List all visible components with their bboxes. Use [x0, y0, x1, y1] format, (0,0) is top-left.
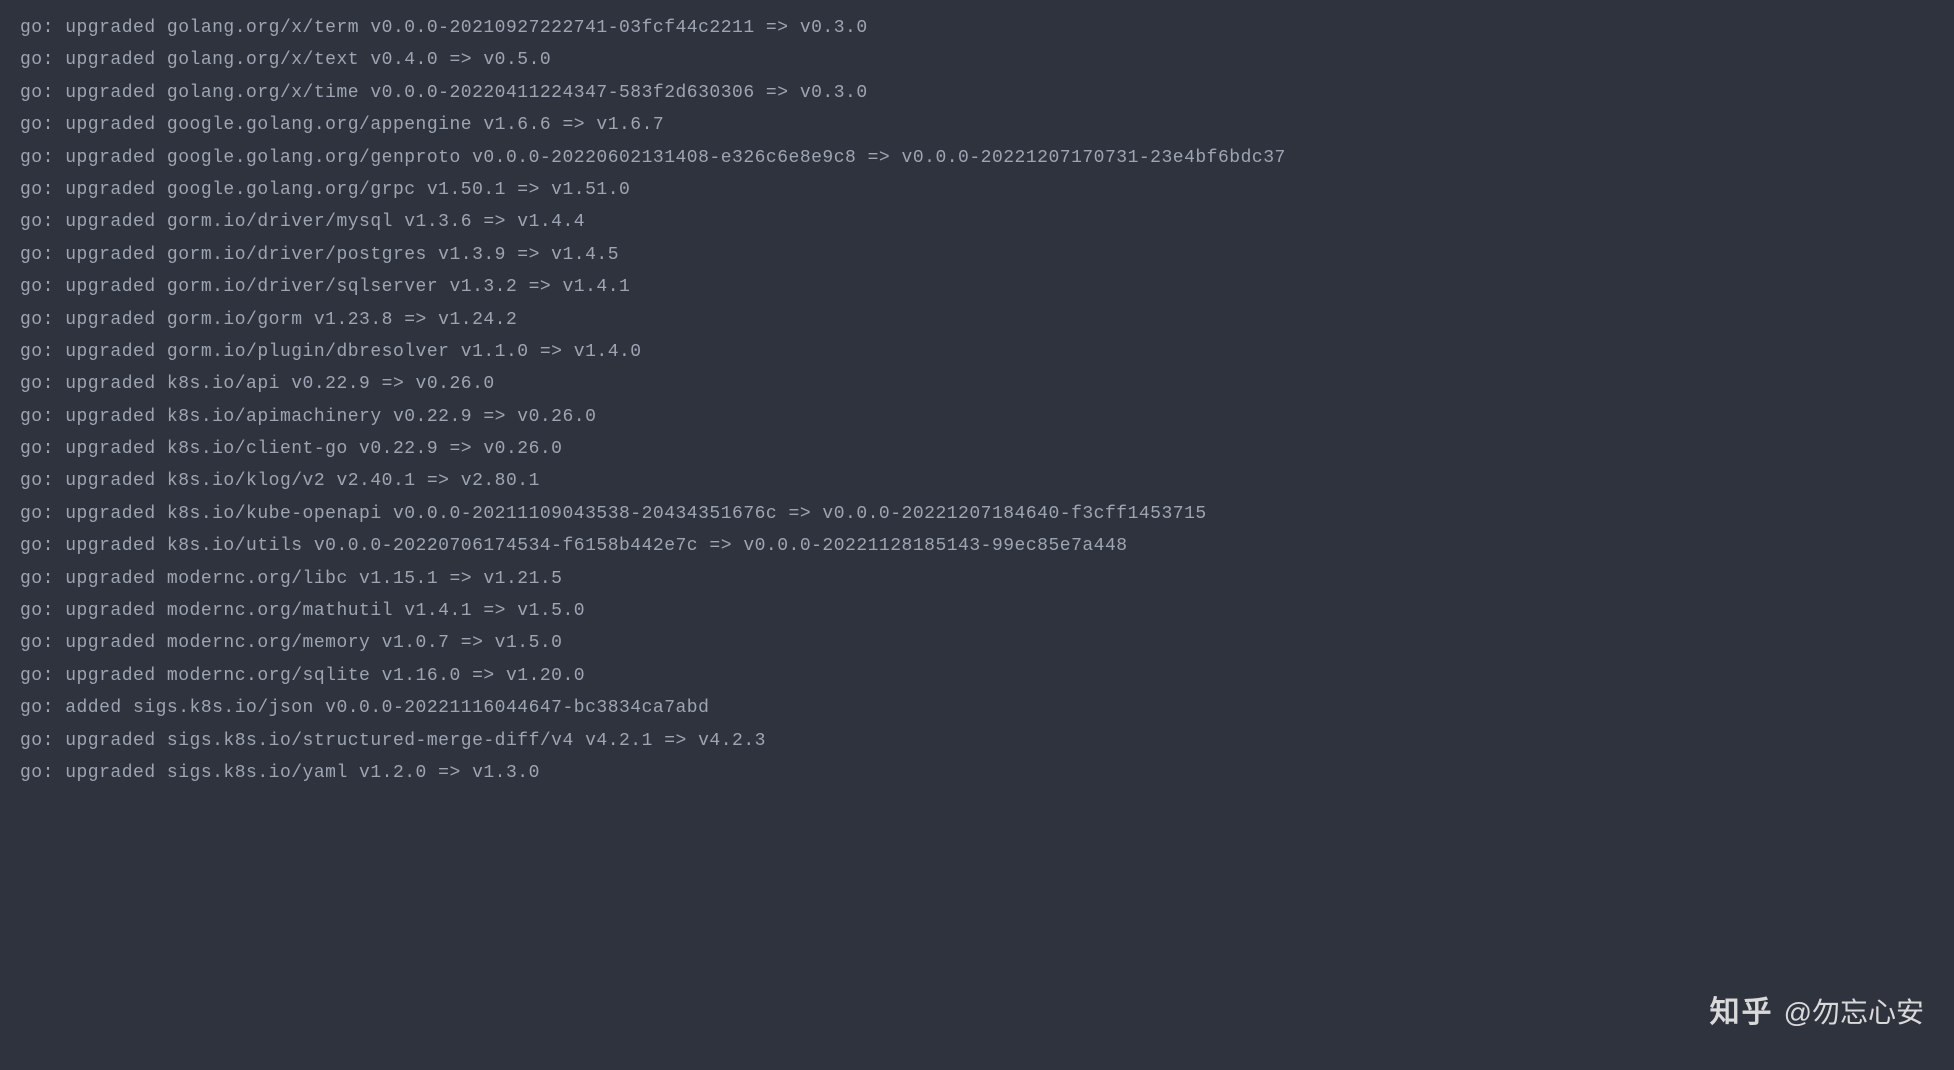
terminal-line: go: upgraded golang.org/x/term v0.0.0-20…	[20, 12, 1934, 44]
terminal-line: go: upgraded modernc.org/sqlite v1.16.0 …	[20, 660, 1934, 692]
watermark-author: @勿忘心安	[1784, 988, 1924, 1038]
terminal-line: go: upgraded gorm.io/driver/postgres v1.…	[20, 239, 1934, 271]
terminal-line: go: upgraded k8s.io/utils v0.0.0-2022070…	[20, 530, 1934, 562]
terminal-line: go: upgraded golang.org/x/text v0.4.0 =>…	[20, 44, 1934, 76]
terminal-line: go: upgraded modernc.org/libc v1.15.1 =>…	[20, 563, 1934, 595]
terminal-line: go: upgraded k8s.io/klog/v2 v2.40.1 => v…	[20, 465, 1934, 497]
terminal-line: go: upgraded modernc.org/mathutil v1.4.1…	[20, 595, 1934, 627]
terminal-line: go: upgraded k8s.io/client-go v0.22.9 =>…	[20, 433, 1934, 465]
terminal-line: go: upgraded google.golang.org/genproto …	[20, 142, 1934, 174]
terminal-line: go: upgraded golang.org/x/time v0.0.0-20…	[20, 77, 1934, 109]
terminal-output: go: upgraded golang.org/x/term v0.0.0-20…	[20, 12, 1934, 789]
terminal-line: go: upgraded sigs.k8s.io/yaml v1.2.0 => …	[20, 757, 1934, 789]
terminal-line: go: upgraded google.golang.org/grpc v1.5…	[20, 174, 1934, 206]
terminal-line: go: upgraded k8s.io/api v0.22.9 => v0.26…	[20, 368, 1934, 400]
terminal-line: go: upgraded gorm.io/driver/mysql v1.3.6…	[20, 206, 1934, 238]
terminal-line: go: upgraded sigs.k8s.io/structured-merg…	[20, 725, 1934, 757]
terminal-line: go: upgraded modernc.org/memory v1.0.7 =…	[20, 627, 1934, 659]
terminal-line: go: upgraded gorm.io/gorm v1.23.8 => v1.…	[20, 304, 1934, 336]
terminal-line: go: upgraded gorm.io/plugin/dbresolver v…	[20, 336, 1934, 368]
terminal-line: go: upgraded k8s.io/kube-openapi v0.0.0-…	[20, 498, 1934, 530]
watermark: 知乎 @勿忘心安	[1710, 986, 1924, 1040]
terminal-line: go: upgraded gorm.io/driver/sqlserver v1…	[20, 271, 1934, 303]
terminal-line: go: added sigs.k8s.io/json v0.0.0-202211…	[20, 692, 1934, 724]
terminal-line: go: upgraded google.golang.org/appengine…	[20, 109, 1934, 141]
terminal-line: go: upgraded k8s.io/apimachinery v0.22.9…	[20, 401, 1934, 433]
zhihu-logo: 知乎	[1710, 986, 1774, 1040]
